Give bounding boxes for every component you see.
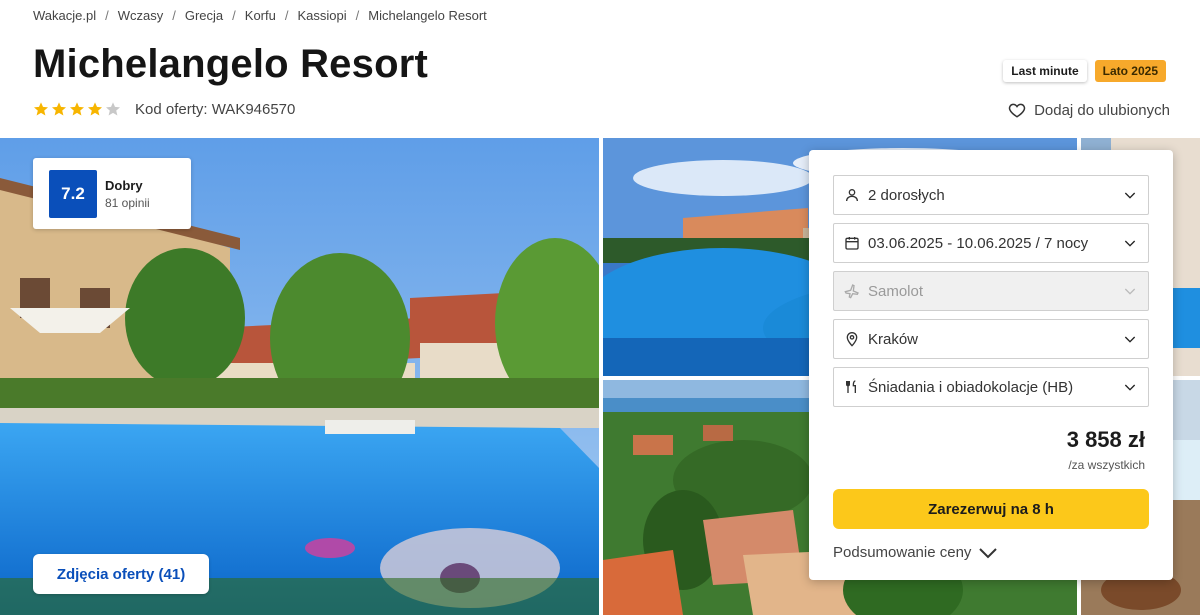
reserve-button[interactable]: Zarezerwuj na 8 h [833,489,1149,529]
transport-value: Samolot [868,282,924,300]
heart-icon [1008,103,1026,118]
price-summary-label: Podsumowanie ceny [833,544,972,561]
cutlery-icon [846,380,856,393]
guests-select[interactable]: 2 dorosłych [833,175,1149,215]
last-minute-badge: Last minute [1003,60,1087,82]
departure-value: Kraków [868,330,919,348]
chevron-down-icon [979,547,998,558]
calendar-icon [845,237,859,250]
star-icon [106,102,120,116]
chevron-down-icon [1124,336,1136,343]
dates-value: 03.06.2025 - 10.06.2025 / 7 nocy [868,234,1089,252]
season-badge: Lato 2025 [1094,60,1166,82]
star-icon [70,102,84,116]
breadcrumb-separator: / [355,8,360,23]
breadcrumb-item[interactable]: Korfu [245,8,276,23]
star-icon [88,102,102,116]
location-pin-icon [846,332,858,347]
chevron-down-icon [1124,288,1136,295]
add-to-favorites-label: Dodaj do ulubionych [1034,101,1170,119]
board-value: Śniadania i obiadokolacje (HB) [868,378,1074,396]
star-icon [52,102,66,116]
rating-count: 81 opinii [105,195,150,210]
price-summary-toggle[interactable]: Podsumowanie ceny [833,544,999,561]
person-icon [846,189,858,202]
breadcrumb-separator: / [284,8,289,23]
breadcrumb-item[interactable]: Wakacje.pl [33,8,96,23]
total-price: 3 858 zł [1066,427,1145,452]
rating-card[interactable]: 7.2 Dobry 81 opinii [33,158,191,229]
dates-select[interactable]: 03.06.2025 - 10.06.2025 / 7 nocy [833,223,1149,263]
chevron-down-icon [1124,192,1136,199]
offer-photos-button[interactable]: Zdjęcia oferty (41) [33,554,209,594]
transport-select: Samolot [833,271,1149,311]
breadcrumb-separator: / [105,8,109,23]
star-icon [34,102,48,116]
board-select[interactable]: Śniadania i obiadokolacje (HB) [833,367,1149,407]
breadcrumb-separator: / [172,8,176,23]
offer-code: Kod oferty: WAK946570 [135,101,296,118]
booking-panel: 2 dorosłych 03.06.2025 - 10.06.2025 / 7 … [809,150,1173,580]
breadcrumb-item[interactable]: Grecja [185,8,223,23]
add-to-favorites-button[interactable]: Dodaj do ulubionych [1008,101,1170,119]
chevron-down-icon [1124,384,1136,391]
hotel-title: Michelangelo Resort [33,42,428,86]
star-rating [33,101,121,117]
breadcrumb-current: Michelangelo Resort [368,8,487,23]
breadcrumb-item[interactable]: Kassiopi [297,8,346,23]
rating-score: 7.2 [49,169,97,218]
offer-badges: Last minute Lato 2025 [1003,60,1166,82]
rating-label: Dobry [105,177,143,193]
breadcrumb: Wakacje.pl / Wczasy / Grecja / Korfu / K… [33,8,487,23]
plane-icon [844,284,859,299]
breadcrumb-separator: / [232,8,236,23]
departure-select[interactable]: Kraków [833,319,1149,359]
breadcrumb-item[interactable]: Wczasy [118,8,164,23]
guests-value: 2 dorosłych [868,186,945,204]
chevron-down-icon [1124,240,1136,247]
price-note: /za wszystkich [1068,458,1145,472]
